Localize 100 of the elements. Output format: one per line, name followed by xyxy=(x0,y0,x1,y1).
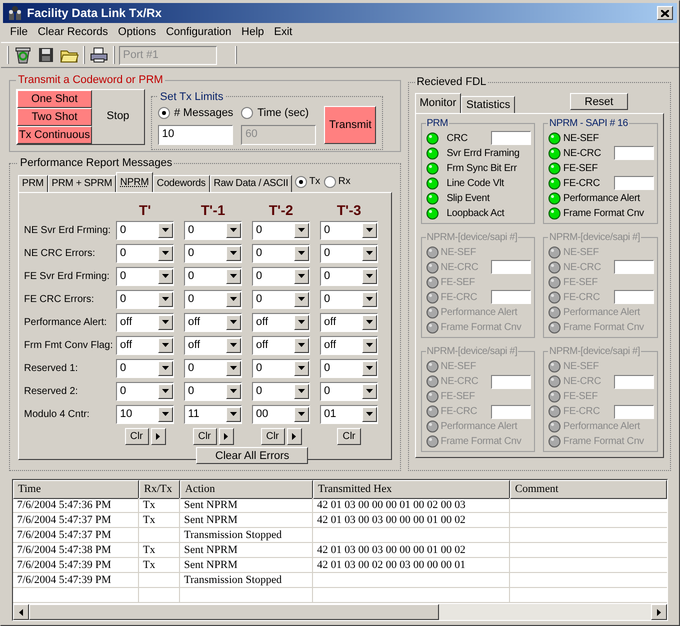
tab[interactable]: Raw Data / ASCII xyxy=(210,174,292,192)
dropdown[interactable]: 0 xyxy=(116,244,174,262)
dropdown[interactable]: off xyxy=(184,336,242,354)
count-field[interactable] xyxy=(614,146,654,160)
indicator-label: NE-CRC xyxy=(440,375,478,390)
printer-icon[interactable] xyxy=(89,46,109,64)
dropdown[interactable]: off xyxy=(320,312,378,332)
dropdown[interactable]: 0 xyxy=(184,382,242,400)
dropdown[interactable]: 0 xyxy=(116,290,174,308)
dropdown[interactable]: 0 xyxy=(252,382,310,400)
dropdown[interactable]: 0 xyxy=(252,244,310,262)
next-button[interactable] xyxy=(150,428,166,444)
dropdown[interactable]: 0 xyxy=(252,290,310,308)
tab[interactable]: PRM xyxy=(18,174,48,192)
menu-item[interactable]: Options xyxy=(113,24,161,41)
dropdown[interactable]: 0 xyxy=(320,220,378,240)
caret-icon xyxy=(298,389,305,393)
transmit-button[interactable]: Tx Continuous xyxy=(17,126,92,144)
indicator-label: FE-SEF xyxy=(563,276,598,290)
dropdown[interactable]: 0 xyxy=(184,266,242,286)
column-header[interactable]: Rx/Tx xyxy=(139,480,180,498)
close-button[interactable] xyxy=(657,6,673,20)
save-icon[interactable] xyxy=(37,46,55,64)
count-field[interactable] xyxy=(491,290,532,304)
dropdown[interactable]: 0 xyxy=(116,266,174,286)
reset-button[interactable]: Reset xyxy=(570,92,628,110)
dropdown[interactable]: off xyxy=(252,312,310,332)
clear-button[interactable]: Clr xyxy=(260,428,284,444)
input-field[interactable]: 10 xyxy=(158,124,233,144)
dropdown[interactable]: 00 xyxy=(252,404,310,424)
dropdown[interactable]: 01 xyxy=(320,404,378,424)
horizontal-scrollbar[interactable] xyxy=(13,604,667,620)
table-cell: Sent NPRM xyxy=(180,543,313,558)
dropdown[interactable]: off xyxy=(116,312,174,332)
dropdown[interactable]: 0 xyxy=(320,290,378,308)
count-field[interactable] xyxy=(614,404,654,419)
dropdown[interactable]: 0 xyxy=(184,244,242,262)
column-header[interactable]: Transmitted Hex xyxy=(313,480,510,498)
dropdown[interactable]: 0 xyxy=(320,358,378,378)
table-cell: Sent NPRM xyxy=(180,498,313,513)
menu-item[interactable]: Help xyxy=(236,24,270,41)
indicator-label: FE-SEF xyxy=(440,390,475,404)
transmit-button[interactable]: One Shot xyxy=(17,90,92,108)
count-field[interactable] xyxy=(614,290,654,304)
next-button[interactable] xyxy=(286,428,302,444)
dropdown[interactable]: off xyxy=(252,336,310,354)
row-label: Modulo 4 Cntr: xyxy=(24,408,91,422)
scroll-thumb[interactable] xyxy=(29,604,439,620)
tab[interactable]: PRM + SPRM xyxy=(48,174,116,192)
recycle-bin-icon[interactable] xyxy=(13,46,33,64)
indicator-label: Frame Format Cnv xyxy=(440,320,522,335)
menu-item[interactable]: Clear Records xyxy=(32,24,114,41)
radio-button[interactable] xyxy=(158,107,170,120)
tab[interactable]: Codewords xyxy=(152,174,210,192)
count-field[interactable] xyxy=(491,374,532,389)
tab[interactable]: Statistics xyxy=(461,96,516,112)
dropdown[interactable]: 0 xyxy=(252,266,310,286)
count-field[interactable] xyxy=(614,374,654,389)
dropdown[interactable]: 0 xyxy=(184,290,242,308)
dropdown[interactable]: off xyxy=(320,336,378,354)
count-field[interactable] xyxy=(491,131,532,145)
column-header[interactable]: Comment xyxy=(510,480,667,498)
dropdown[interactable]: 10 xyxy=(116,404,174,424)
tab[interactable]: Monitor xyxy=(414,92,462,112)
radio-button[interactable] xyxy=(324,176,336,188)
column-header[interactable]: Action xyxy=(180,480,313,498)
next-button[interactable] xyxy=(218,428,234,444)
dropdown[interactable]: off xyxy=(116,336,174,354)
dropdown[interactable]: 0 xyxy=(252,358,310,378)
column-header[interactable]: Time xyxy=(13,480,139,498)
clear-button[interactable]: Clr xyxy=(337,428,361,444)
scroll-right-icon[interactable] xyxy=(657,608,661,616)
indicator-label: FE-CRC xyxy=(563,290,600,305)
dropdown[interactable]: 0 xyxy=(320,266,378,286)
count-field[interactable] xyxy=(491,260,532,274)
count-field[interactable] xyxy=(614,176,654,190)
radio-button[interactable] xyxy=(241,107,254,120)
clear-button[interactable]: Clr xyxy=(124,428,148,444)
dropdown[interactable]: off xyxy=(184,312,242,332)
dropdown[interactable]: 11 xyxy=(184,404,242,424)
clear-all-button[interactable]: Clear All Errors xyxy=(196,446,308,464)
dropdown[interactable]: 0 xyxy=(320,382,378,400)
clear-button[interactable]: Clr xyxy=(192,428,216,444)
dropdown[interactable]: 0 xyxy=(116,358,174,378)
dropdown[interactable]: 0 xyxy=(320,244,378,262)
radio-button[interactable] xyxy=(295,176,308,188)
menu-item[interactable]: Exit xyxy=(269,24,298,41)
count-field[interactable] xyxy=(491,404,532,419)
count-field[interactable] xyxy=(614,260,654,274)
dropdown[interactable]: 0 xyxy=(252,220,310,240)
transmit-button[interactable]: Two Shot xyxy=(17,108,92,126)
dropdown[interactable]: 0 xyxy=(184,220,242,240)
dropdown[interactable]: 0 xyxy=(184,358,242,378)
menu-item[interactable]: Configuration xyxy=(160,24,236,41)
menu-item[interactable]: File xyxy=(5,24,33,41)
transmit-button[interactable]: Transmit xyxy=(324,106,376,144)
scroll-left-icon[interactable] xyxy=(19,608,23,616)
tab[interactable]: NPRM xyxy=(116,172,153,192)
dropdown[interactable]: 0 xyxy=(116,220,174,240)
dropdown[interactable]: 0 xyxy=(116,382,174,400)
